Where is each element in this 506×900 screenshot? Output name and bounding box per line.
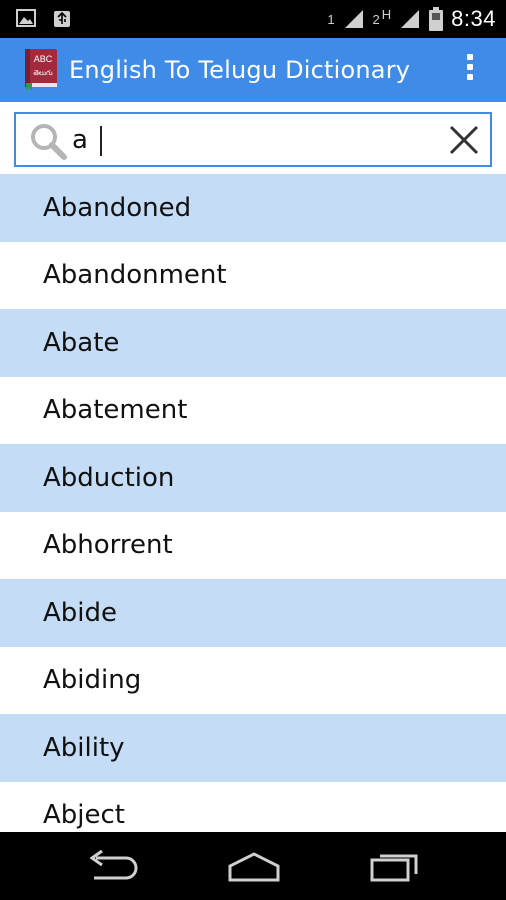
overflow-dot-icon — [467, 64, 473, 70]
list-item-label: Abject — [43, 800, 125, 831]
dictionary-book-icon: ABC తెలుగు — [25, 49, 57, 91]
back-icon[interactable] — [82, 848, 142, 884]
clock: 8:34 — [451, 6, 496, 31]
recents-icon[interactable] — [364, 848, 424, 884]
list-item[interactable]: Abandonment — [0, 241, 506, 309]
sim2-label: 2 — [372, 11, 380, 27]
search-icon — [31, 124, 67, 160]
search-box[interactable] — [14, 112, 492, 167]
list-item-label: Abandonment — [43, 260, 227, 291]
text-caret — [100, 126, 102, 156]
search-input[interactable] — [72, 122, 432, 158]
sim1-label: 1 — [327, 11, 335, 27]
list-item-label: Abhorrent — [43, 530, 173, 561]
overflow-menu-button[interactable] — [464, 54, 476, 86]
signal-icon — [344, 10, 363, 28]
data-type-label: H — [381, 6, 392, 22]
list-item-label: Abatement — [43, 395, 188, 426]
list-item-label: Abide — [43, 597, 118, 628]
home-icon[interactable] — [224, 848, 284, 884]
close-icon[interactable] — [448, 124, 480, 156]
list-item-label: Abate — [43, 327, 120, 358]
list-item[interactable]: Abandoned — [0, 174, 506, 242]
list-item[interactable]: Abate — [0, 309, 506, 377]
app-icon-text-bottom: తెలుగు — [33, 69, 53, 77]
image-icon — [16, 9, 36, 27]
list-item-label: Abandoned — [43, 192, 192, 223]
list-item-label: Abiding — [43, 665, 142, 696]
list-item-label: Ability — [43, 732, 125, 763]
list-item[interactable]: Abatement — [0, 376, 506, 444]
usb-icon — [54, 11, 70, 27]
overflow-dot-icon — [467, 74, 473, 80]
navigation-bar — [0, 832, 506, 900]
list-item[interactable]: Ability — [0, 714, 506, 782]
word-list: Abandoned Abandonment Abate Abatement Ab… — [0, 174, 506, 832]
list-item[interactable]: Abiding — [0, 646, 506, 714]
app-title: English To Telugu Dictionary — [69, 56, 411, 84]
status-bar: 1 2 H 8:34 — [0, 0, 506, 38]
search-area — [0, 102, 506, 174]
signal-icon-2 — [401, 10, 420, 28]
list-item-label: Abduction — [43, 462, 175, 493]
overflow-dot-icon — [467, 54, 473, 60]
battery-icon — [429, 7, 444, 31]
list-item[interactable]: Abide — [0, 579, 506, 647]
list-item[interactable]: Abject — [0, 781, 506, 832]
app-icon-text-top: ABC — [34, 54, 53, 64]
list-item[interactable]: Abduction — [0, 444, 506, 512]
app-bar: ABC తెలుగు English To Telugu Dictionary — [0, 38, 506, 102]
list-item[interactable]: Abhorrent — [0, 511, 506, 579]
